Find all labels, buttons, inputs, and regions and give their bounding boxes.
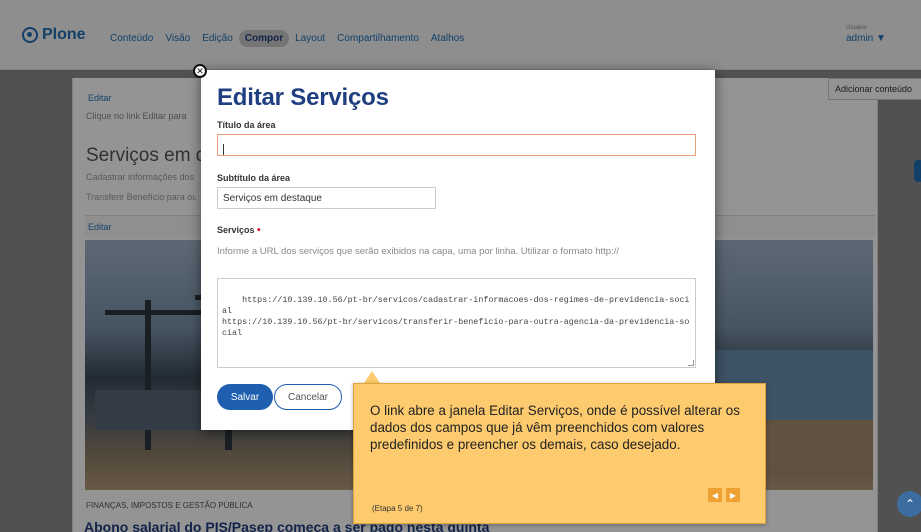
title-field[interactable] <box>217 134 696 156</box>
close-icon[interactable]: ✕ <box>193 64 207 78</box>
subtitle-field[interactable]: Serviços em destaque <box>217 187 436 209</box>
edit-services-modal: Editar Serviços Título da área Subtítulo… <box>201 70 715 430</box>
services-textarea[interactable]: https://10.139.10.56/pt-br/servicos/cada… <box>217 278 696 368</box>
subtitle-field-label: Subtítulo da área <box>217 173 291 183</box>
text-cursor <box>223 144 224 155</box>
services-field-label: Serviços • <box>217 225 261 236</box>
cancel-button[interactable]: Cancelar <box>274 384 342 410</box>
scroll-top-icon[interactable]: ⌃ <box>897 491 921 517</box>
services-textarea-value: https://10.139.10.56/pt-br/servicos/cada… <box>222 295 690 338</box>
next-step-icon[interactable]: ▶ <box>726 488 740 502</box>
required-marker: • <box>257 225 261 236</box>
tooltip-step: (Etapa 5 de 7) <box>372 504 423 513</box>
tooltip-text: O link abre a janela Editar Serviços, on… <box>370 403 740 452</box>
resize-handle[interactable] <box>688 360 694 366</box>
previous-step-icon[interactable]: ◀ <box>708 488 722 502</box>
services-help-text: Informe a URL dos serviços que serão exi… <box>217 246 620 257</box>
tutorial-tooltip: O link abre a janela Editar Serviços, on… <box>353 383 766 524</box>
title-field-label: Título da área <box>217 120 276 130</box>
modal-title: Editar Serviços <box>217 84 389 111</box>
save-button[interactable]: Salvar <box>217 384 273 410</box>
services-label-text: Serviços <box>217 225 255 235</box>
tooltip-arrow <box>364 371 380 383</box>
